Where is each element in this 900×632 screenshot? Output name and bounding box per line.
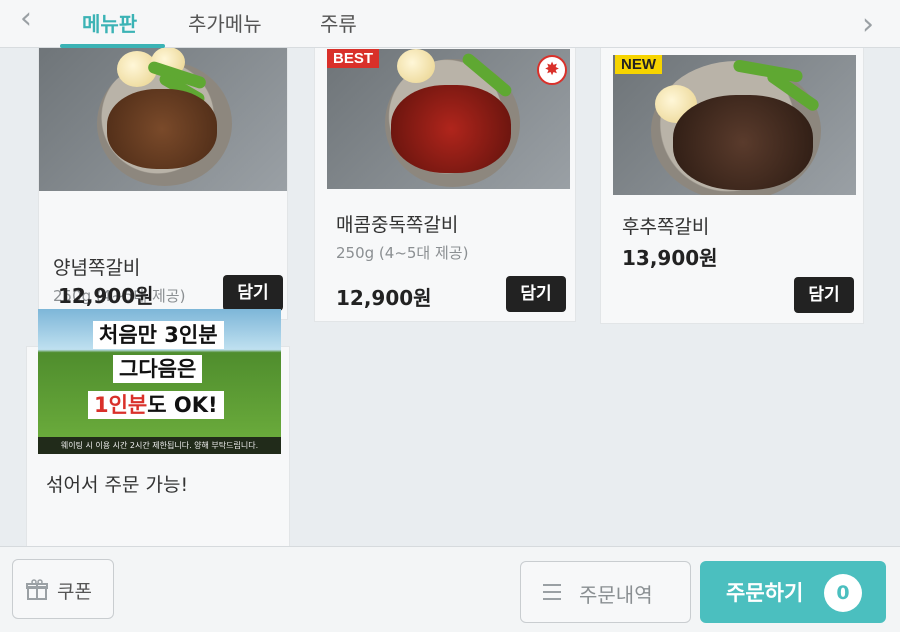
tab-drinks[interactable]: 주류	[320, 8, 357, 37]
bottom-action-bar: 쿠폰 주문내역 주문하기 0	[0, 546, 900, 632]
add-to-cart-button[interactable]: 담기	[223, 275, 283, 311]
gift-box-icon	[26, 579, 48, 600]
tab-extra-menu[interactable]: 추가메뉴	[188, 8, 262, 37]
menu-item-image	[613, 55, 856, 195]
tab-menu[interactable]: 메뉴판	[82, 8, 137, 37]
promo-line-3: 1인분도 OK!	[88, 391, 224, 419]
chili-pepper-icon: ✸	[537, 55, 567, 85]
chevron-left-icon[interactable]: ‹	[20, 4, 32, 34]
best-badge: BEST	[327, 49, 380, 68]
menu-item-name: 양념쪽갈비	[53, 257, 141, 279]
top-tab-bar: ‹ 메뉴판 추가메뉴 주류 ›	[0, 0, 900, 48]
promo-line-3-rest: 도 OK!	[147, 393, 218, 417]
chevron-right-icon[interactable]: ›	[862, 10, 874, 40]
promo-caption: 섞어서 주문 가능!	[46, 474, 189, 496]
add-to-cart-button[interactable]: 담기	[506, 276, 566, 312]
coupon-button[interactable]: 쿠폰	[12, 559, 114, 619]
order-history-button[interactable]: 주문내역	[520, 561, 691, 623]
menu-item-price: 12,900원	[58, 284, 154, 308]
menu-item-price: 13,900원	[622, 246, 718, 270]
menu-item-image	[327, 49, 570, 189]
add-to-cart-button[interactable]: 담기	[794, 277, 854, 313]
coupon-label: 쿠폰	[57, 581, 92, 603]
list-icon	[543, 584, 561, 600]
menu-item-name: 매콤중독쪽갈비	[336, 214, 459, 236]
promo-highlight: 1인분	[94, 393, 148, 417]
menu-item-weight: 250g (4~5대 제공)	[336, 244, 469, 262]
order-history-label: 주문내역	[579, 583, 653, 607]
menu-item-price: 12,900원	[336, 286, 432, 310]
cart-count-badge: 0	[824, 574, 862, 612]
new-badge: NEW	[615, 55, 662, 74]
promo-footnote: 웨이팅 시 이용 시간 2시간 제한됩니다. 양해 부탁드립니다.	[38, 437, 281, 454]
menu-item-image	[39, 48, 287, 191]
promo-line-2: 그다음은	[113, 355, 203, 383]
promo-line-1: 처음만 3인분	[93, 321, 224, 349]
menu-item-name: 후추쪽갈비	[622, 216, 710, 238]
promo-banner: 처음만 3인분 그다음은 1인분도 OK! 웨이팅 시 이용 시간 2시간 제한…	[38, 309, 281, 454]
place-order-button[interactable]: 주문하기 0	[700, 561, 886, 623]
place-order-label: 주문하기	[726, 581, 804, 605]
